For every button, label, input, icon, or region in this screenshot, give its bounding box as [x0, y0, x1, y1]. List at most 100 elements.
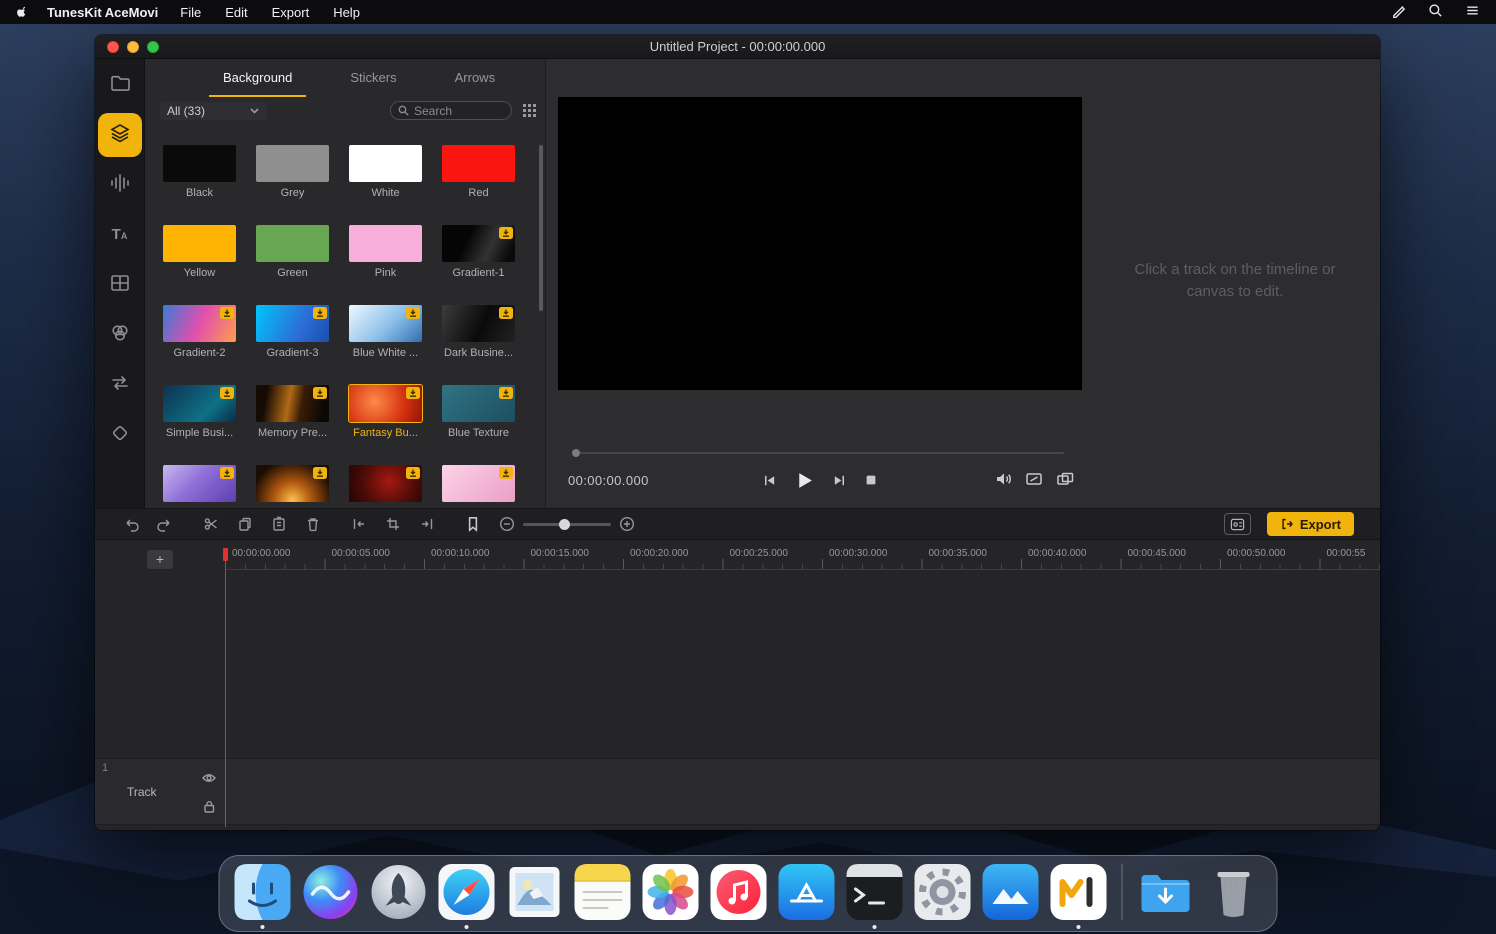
background-item-red[interactable]: Red	[442, 145, 515, 199]
notification-center-icon[interactable]	[1465, 3, 1480, 21]
menu-export[interactable]: Export	[272, 5, 310, 20]
background-item[interactable]	[349, 465, 422, 507]
pen-icon[interactable]	[1391, 3, 1406, 21]
copy-button[interactable]	[235, 514, 255, 534]
background-item-gradient-2[interactable]: Gradient-2	[163, 305, 236, 359]
background-thumbnail[interactable]	[442, 225, 515, 262]
split-button[interactable]	[201, 514, 221, 534]
background-item-pink[interactable]: Pink	[349, 225, 422, 279]
background-item-blue-white[interactable]: Blue White ...	[349, 305, 422, 359]
sidebar-item-audio[interactable]	[98, 163, 142, 207]
download-icon[interactable]	[406, 387, 420, 399]
undo-button[interactable]	[121, 514, 141, 534]
sidebar-item-transitions[interactable]	[98, 363, 142, 407]
sidebar-item-split-screen[interactable]	[98, 263, 142, 307]
previous-frame-button[interactable]	[762, 473, 777, 488]
timeline-ruler[interactable]: 00:00:00.00000:00:05.00000:00:10.00000:0…	[225, 548, 1380, 570]
fullscreen-button[interactable]	[147, 41, 159, 53]
background-thumbnail[interactable]	[163, 305, 236, 342]
volume-button[interactable]	[994, 470, 1012, 493]
background-item-gradient-1[interactable]: Gradient-1	[442, 225, 515, 279]
zoom-in-button[interactable]	[617, 514, 637, 534]
dock-acemovi-icon[interactable]	[1050, 863, 1108, 921]
playhead-handle[interactable]	[223, 548, 228, 561]
background-thumbnail[interactable]	[163, 465, 236, 502]
download-icon[interactable]	[499, 227, 513, 239]
stop-button[interactable]	[864, 473, 878, 487]
playhead[interactable]	[224, 548, 227, 827]
seek-handle[interactable]	[572, 449, 580, 457]
dock-downloads-icon[interactable]	[1137, 863, 1195, 921]
zoom-out-button[interactable]	[497, 514, 517, 534]
background-item-dark-busine[interactable]: Dark Busine...	[442, 305, 515, 359]
background-thumbnail[interactable]	[442, 385, 515, 422]
fit-screen-button[interactable]	[1025, 470, 1043, 493]
background-thumbnail[interactable]	[256, 385, 329, 422]
panel-scrollbar[interactable]	[539, 145, 543, 311]
background-item-simple-busi[interactable]: Simple Busi...	[163, 385, 236, 439]
tab-background[interactable]: Background	[209, 59, 306, 97]
timeline-track[interactable]: 1 Track	[95, 758, 1380, 825]
background-item-gradient-3[interactable]: Gradient-3	[256, 305, 329, 359]
background-item[interactable]	[163, 465, 236, 507]
background-thumbnail[interactable]	[349, 145, 422, 182]
sidebar-item-elements[interactable]	[98, 413, 142, 457]
dock-launchpad-icon[interactable]	[370, 863, 428, 921]
spotlight-search-icon[interactable]	[1428, 3, 1443, 21]
background-item-black[interactable]: Black	[163, 145, 236, 199]
background-thumbnail[interactable]	[349, 225, 422, 262]
background-thumbnail[interactable]	[349, 465, 422, 502]
background-item-green[interactable]: Green	[256, 225, 329, 279]
download-icon[interactable]	[499, 387, 513, 399]
grid-view-button[interactable]	[522, 103, 538, 119]
tab-stickers[interactable]: Stickers	[336, 59, 410, 97]
background-thumbnail[interactable]	[256, 305, 329, 342]
menubar-app-name[interactable]: TunesKit AceMovi	[47, 5, 158, 20]
marker-button[interactable]	[463, 514, 483, 534]
background-thumbnail[interactable]	[442, 145, 515, 182]
dock-tuneskit-app-icon[interactable]	[982, 863, 1040, 921]
apple-menu[interactable]	[16, 5, 29, 20]
zoom-slider-handle[interactable]	[559, 519, 570, 530]
search-input[interactable]	[414, 104, 504, 118]
background-thumbnail[interactable]	[256, 145, 329, 182]
background-thumbnail[interactable]	[256, 465, 329, 502]
dual-screen-button[interactable]	[1056, 470, 1074, 493]
download-icon[interactable]	[220, 387, 234, 399]
download-icon[interactable]	[313, 387, 327, 399]
crop-button[interactable]	[383, 514, 403, 534]
export-button[interactable]: Export	[1267, 512, 1354, 536]
background-item-grey[interactable]: Grey	[256, 145, 329, 199]
zoom-slider[interactable]	[523, 517, 611, 531]
trim-start-button[interactable]	[349, 514, 369, 534]
download-icon[interactable]	[313, 467, 327, 479]
dock-notes-icon[interactable]	[574, 863, 632, 921]
background-item-white[interactable]: White	[349, 145, 422, 199]
background-thumbnail[interactable]	[163, 145, 236, 182]
dock-system-preferences-icon[interactable]	[914, 863, 972, 921]
sidebar-item-text[interactable]: TA	[98, 213, 142, 257]
menu-help[interactable]: Help	[333, 5, 360, 20]
add-track-button[interactable]: +	[147, 550, 173, 569]
dock-siri-icon[interactable]	[302, 863, 360, 921]
background-item-fantasy-bu[interactable]: Fantasy Bu...	[349, 385, 422, 439]
play-button[interactable]	[794, 470, 815, 491]
paste-button[interactable]	[269, 514, 289, 534]
background-item-yellow[interactable]: Yellow	[163, 225, 236, 279]
background-thumbnail[interactable]	[442, 305, 515, 342]
background-thumbnail[interactable]	[163, 225, 236, 262]
next-frame-button[interactable]	[832, 473, 847, 488]
background-thumbnail[interactable]	[349, 305, 422, 342]
dock-terminal-icon[interactable]	[846, 863, 904, 921]
visibility-toggle[interactable]	[201, 770, 217, 786]
export-settings-button[interactable]	[1224, 513, 1251, 535]
title-bar[interactable]: Untitled Project - 00:00:00.000	[95, 35, 1380, 59]
dock-app-store-icon[interactable]	[778, 863, 836, 921]
download-icon[interactable]	[406, 307, 420, 319]
sidebar-item-media[interactable]	[98, 63, 142, 107]
dock-music-icon[interactable]	[710, 863, 768, 921]
sidebar-item-background[interactable]	[98, 113, 142, 157]
category-dropdown[interactable]: All (33)	[160, 102, 266, 120]
download-icon[interactable]	[220, 467, 234, 479]
menu-file[interactable]: File	[180, 5, 201, 20]
